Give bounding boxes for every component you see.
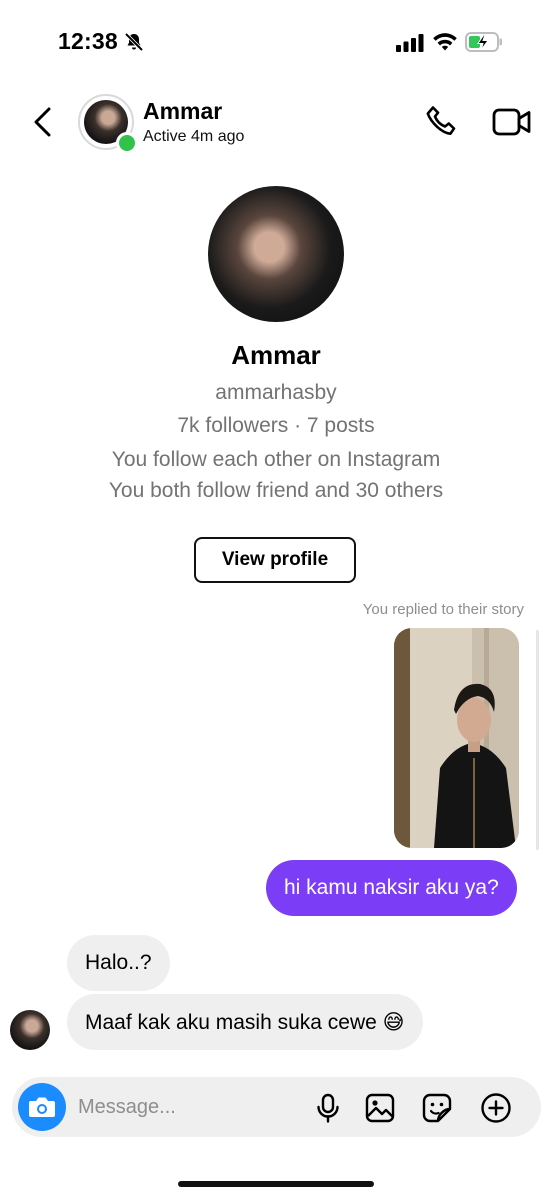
outgoing-message-bubble[interactable]: hi kamu naksir aku ya? bbox=[266, 860, 517, 916]
profile-stats: 7k followers · 7 posts bbox=[177, 414, 375, 437]
profile-mutual-follow: You follow each other on Instagram bbox=[111, 448, 441, 471]
profile-username: ammarhasby bbox=[215, 381, 337, 404]
battery-charging-icon bbox=[465, 32, 502, 52]
story-thumbnail[interactable] bbox=[394, 628, 519, 848]
online-status-dot bbox=[116, 132, 138, 154]
story-reply-note: You replied to their story bbox=[362, 601, 524, 618]
profile-name: Ammar bbox=[231, 340, 321, 370]
plus-icon[interactable] bbox=[480, 1092, 512, 1124]
microphone-icon[interactable] bbox=[312, 1092, 344, 1124]
sticker-icon[interactable] bbox=[421, 1092, 453, 1124]
home-indicator[interactable] bbox=[178, 1181, 374, 1187]
incoming-message-bubble[interactable]: Halo..? bbox=[67, 935, 170, 991]
header-active-status: Active 4m ago bbox=[143, 128, 245, 145]
wifi-icon bbox=[433, 33, 457, 51]
camera-icon bbox=[29, 1097, 55, 1117]
gallery-icon[interactable] bbox=[364, 1092, 396, 1124]
phone-icon[interactable] bbox=[424, 104, 460, 140]
camera-button[interactable] bbox=[18, 1083, 66, 1131]
profile-picture[interactable] bbox=[208, 186, 344, 322]
view-profile-button[interactable]: View profile bbox=[194, 537, 356, 583]
back-arrow-icon[interactable] bbox=[30, 106, 56, 138]
signal-icon bbox=[396, 34, 424, 52]
message-input[interactable] bbox=[78, 1090, 298, 1124]
incoming-message-bubble[interactable]: Maaf kak aku masih suka cewe 😅 bbox=[67, 994, 423, 1050]
story-photo bbox=[394, 628, 519, 848]
bell-slash-icon bbox=[124, 32, 144, 52]
scrollbar[interactable] bbox=[536, 630, 539, 850]
sender-avatar[interactable] bbox=[10, 1010, 50, 1050]
header-contact-name[interactable]: Ammar bbox=[143, 98, 222, 125]
profile-mutual-friends: You both follow friend and 30 others bbox=[108, 479, 444, 502]
video-camera-icon[interactable] bbox=[492, 104, 532, 140]
status-time: 12:38 bbox=[58, 28, 118, 54]
